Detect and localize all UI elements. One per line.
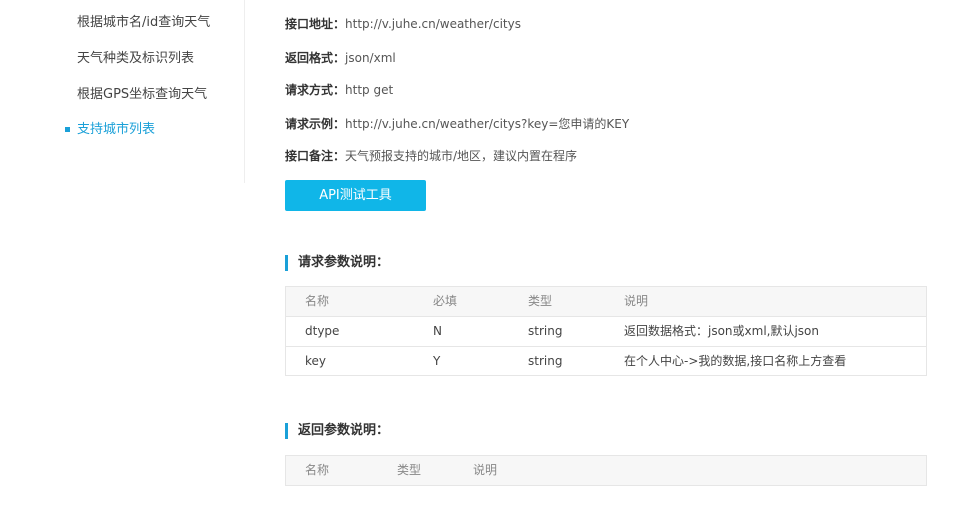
section-accent-bar bbox=[285, 255, 288, 271]
table-row: key Y string 在个人中心->我的数据,接口名称上方查看 bbox=[286, 346, 926, 376]
sidebar-item-weather-types[interactable]: 天气种类及标识列表 bbox=[77, 49, 194, 69]
param-name-cell: key bbox=[305, 354, 327, 368]
request-method-value: http get bbox=[345, 83, 394, 97]
response-params-table: 名称 类型 说明 bbox=[285, 455, 927, 486]
request-example-label: 请求示例： bbox=[285, 117, 346, 131]
param-type-cell: string bbox=[528, 324, 563, 338]
api-doc-page: 根据城市名/id查询天气 天气种类及标识列表 根据GPS坐标查询天气 支持城市列… bbox=[0, 0, 972, 530]
request-example-value: http://v.juhe.cn/weather/citys?key=您申请的K… bbox=[345, 117, 630, 131]
column-header-type: 类型 bbox=[528, 294, 553, 308]
table-row: dtype N string 返回数据格式：json或xml,默认json bbox=[286, 316, 926, 346]
column-header-required: 必填 bbox=[433, 294, 458, 308]
param-type-cell: string bbox=[528, 354, 563, 368]
sidebar-item-weather-by-city[interactable]: 根据城市名/id查询天气 bbox=[77, 13, 210, 33]
api-note-row: 接口备注：天气预报支持的城市/地区，建议内置在程序 bbox=[285, 146, 577, 166]
request-method-row: 请求方式：http get bbox=[285, 80, 393, 100]
request-params-title: 请求参数说明： bbox=[298, 255, 390, 270]
column-header-name: 名称 bbox=[305, 294, 330, 308]
api-url-row: 接口地址：http://v.juhe.cn/weather/citys bbox=[285, 14, 521, 34]
section-accent-bar bbox=[285, 423, 288, 439]
api-url-value: http://v.juhe.cn/weather/citys bbox=[345, 17, 521, 31]
sidebar: 根据城市名/id查询天气 天气种类及标识列表 根据GPS坐标查询天气 支持城市列… bbox=[0, 0, 245, 183]
active-bullet-icon bbox=[65, 127, 70, 132]
return-format-row: 返回格式：json/xml bbox=[285, 48, 396, 68]
sidebar-item-city-list[interactable]: 支持城市列表 bbox=[65, 120, 156, 140]
api-note-value: 天气预报支持的城市/地区，建议内置在程序 bbox=[345, 149, 578, 163]
response-params-title: 返回参数说明： bbox=[298, 423, 390, 438]
param-required-cell: Y bbox=[433, 354, 441, 368]
return-format-label: 返回格式： bbox=[285, 51, 346, 65]
api-url-label: 接口地址： bbox=[285, 17, 346, 31]
sidebar-item-weather-by-gps[interactable]: 根据GPS坐标查询天气 bbox=[77, 85, 207, 105]
sidebar-item-label: 根据城市名/id查询天气 bbox=[77, 15, 211, 30]
column-header-description: 说明 bbox=[624, 294, 649, 308]
param-description-cell: 返回数据格式：json或xml,默认json bbox=[624, 324, 820, 338]
sidebar-item-label: 根据GPS坐标查询天气 bbox=[77, 87, 208, 102]
request-method-label: 请求方式： bbox=[285, 83, 346, 97]
request-example-row: 请求示例：http://v.juhe.cn/weather/citys?key=… bbox=[285, 114, 629, 134]
return-format-value: json/xml bbox=[345, 51, 396, 65]
column-header-name: 名称 bbox=[305, 463, 330, 477]
param-description-cell: 在个人中心->我的数据,接口名称上方查看 bbox=[624, 354, 847, 368]
table-header-row: 名称 类型 说明 bbox=[286, 456, 926, 485]
sidebar-item-label: 天气种类及标识列表 bbox=[77, 51, 195, 66]
sidebar-item-label: 支持城市列表 bbox=[77, 122, 156, 137]
column-header-description: 说明 bbox=[473, 463, 498, 477]
api-note-label: 接口备注： bbox=[285, 149, 346, 163]
param-name-cell: dtype bbox=[305, 324, 340, 338]
table-header-row: 名称 必填 类型 说明 bbox=[286, 287, 926, 316]
column-header-type: 类型 bbox=[397, 463, 422, 477]
request-params-table: 名称 必填 类型 说明 dtype N string 返回数据格式：json或x… bbox=[285, 286, 927, 376]
api-test-tool-button[interactable]: API测试工具 bbox=[285, 180, 426, 211]
param-required-cell: N bbox=[433, 324, 442, 338]
